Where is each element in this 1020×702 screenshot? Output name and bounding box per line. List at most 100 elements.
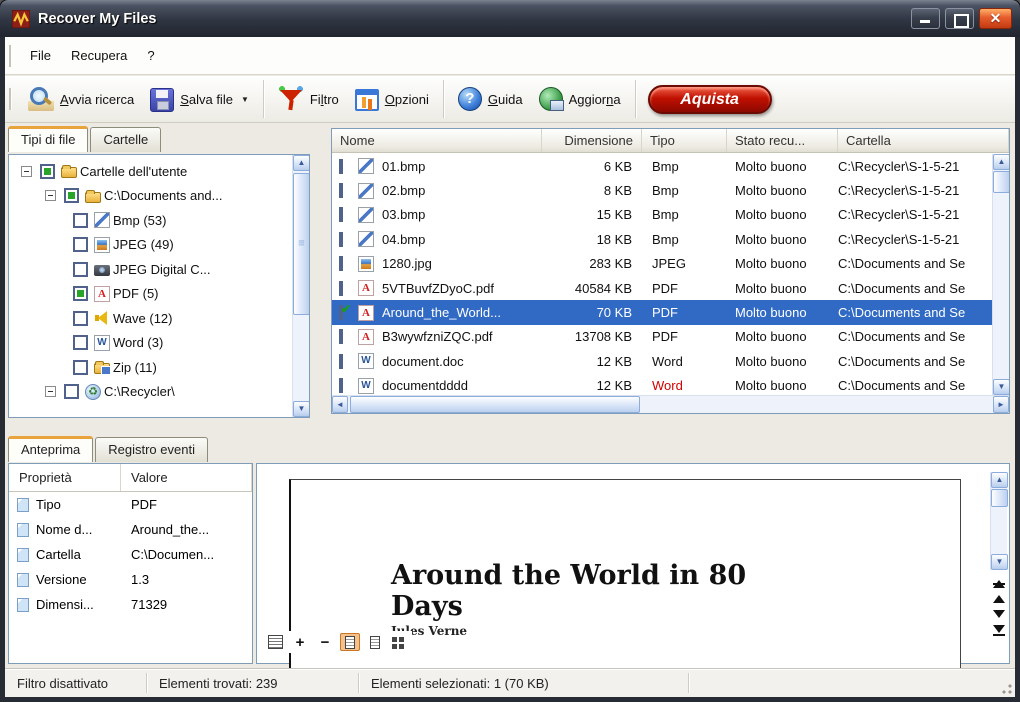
resize-grip[interactable] — [999, 681, 1013, 695]
file-list-vscrollbar[interactable]: ▲ ▼ — [992, 154, 1009, 395]
tree-item[interactable]: C:\Documents and... — [9, 184, 309, 209]
tree-item[interactable]: Word (3) — [9, 331, 309, 356]
row-checkbox[interactable] — [339, 329, 343, 345]
file-row[interactable]: 04.bmp 18 KB Bmp Molto buono C:\Recycler… — [332, 227, 992, 251]
row-checkbox[interactable] — [339, 207, 343, 223]
close-button[interactable] — [979, 8, 1012, 29]
file-list-hscroll-thumb[interactable] — [350, 396, 640, 413]
file-row[interactable]: 5VTBuvfZDyoC.pdf 40584 KB PDF Molto buon… — [332, 276, 992, 300]
tree-checkbox[interactable] — [73, 310, 88, 326]
file-row[interactable]: document.doc 12 KB Word Molto buono C:\D… — [332, 349, 992, 373]
thumbnails-icon[interactable] — [390, 633, 410, 651]
row-checkbox-checked[interactable] — [339, 305, 343, 321]
maximize-button[interactable] — [945, 8, 974, 29]
tree-checkbox[interactable] — [73, 261, 88, 277]
text-view-icon[interactable] — [265, 633, 285, 651]
tree-scroll-thumb[interactable] — [293, 173, 309, 315]
row-checkbox[interactable] — [339, 183, 343, 199]
tree-item-label: Cartelle dell'utente — [80, 163, 188, 179]
menu-help[interactable]: ? — [137, 44, 164, 67]
tab-folders[interactable]: Cartelle — [90, 127, 162, 152]
toolbar-separator — [634, 80, 636, 118]
page-icon — [17, 523, 29, 537]
tree-checkbox[interactable] — [73, 212, 88, 228]
tree-checkbox[interactable] — [73, 359, 88, 375]
tree-checkbox[interactable] — [64, 384, 79, 400]
file-row[interactable]: 01.bmp 6 KB Bmp Molto buono C:\Recycler\… — [332, 154, 992, 178]
row-checkbox[interactable] — [339, 378, 343, 394]
two-page-icon[interactable] — [365, 633, 385, 651]
preview-scroll-thumb[interactable] — [991, 489, 1008, 507]
file-list-hscrollbar[interactable]: ◄ ► — [332, 395, 1009, 413]
scroll-up-icon[interactable]: ▲ — [993, 154, 1009, 170]
save-files-button[interactable]: Salva file ▼ — [142, 83, 257, 115]
row-checkbox[interactable] — [339, 256, 343, 272]
tree-item[interactable]: PDF (5) — [9, 282, 309, 307]
tab-preview[interactable]: Anteprima — [8, 436, 94, 462]
tree-checkbox[interactable] — [73, 335, 88, 351]
row-checkbox[interactable] — [339, 158, 343, 174]
collapse-icon[interactable] — [21, 165, 32, 177]
scroll-down-icon[interactable]: ▼ — [991, 554, 1008, 570]
scroll-up-icon[interactable]: ▲ — [991, 472, 1008, 488]
column-header-type[interactable]: Tipo — [642, 129, 727, 152]
menu-recupera[interactable]: Recupera — [61, 44, 137, 67]
tree-checkbox[interactable] — [73, 237, 88, 253]
tree-item[interactable]: JPEG (49) — [9, 233, 309, 258]
file-row[interactable]: 03.bmp 15 KB Bmp Molto buono C:\Recycler… — [332, 203, 992, 227]
one-page-icon[interactable] — [340, 633, 360, 651]
update-button[interactable]: Aggiorna — [531, 84, 629, 114]
scroll-right-icon[interactable]: ► — [993, 396, 1009, 413]
collapse-icon[interactable] — [45, 386, 56, 398]
minimize-button[interactable] — [911, 8, 940, 29]
file-list-vscroll-thumb[interactable] — [993, 171, 1009, 193]
scroll-left-icon[interactable]: ◄ — [332, 396, 348, 413]
previous-page-icon[interactable] — [990, 595, 1007, 603]
tree-scrollbar[interactable]: ▲ ▼ — [292, 155, 309, 417]
tree-checkbox[interactable] — [40, 163, 55, 179]
buy-button[interactable]: Aquista — [647, 84, 772, 114]
tree-checkbox[interactable] — [64, 188, 79, 204]
file-row[interactable]: 02.bmp 8 KB Bmp Molto buono C:\Recycler\… — [332, 178, 992, 202]
file-row[interactable]: B3wywfzniZQC.pdf 13708 KB PDF Molto buon… — [332, 325, 992, 349]
preview-scrollbar[interactable]: ▲ ▼ — [990, 472, 1008, 570]
row-checkbox[interactable] — [339, 280, 343, 296]
tree-item[interactable]: Cartelle dell'utente — [9, 159, 309, 184]
column-header-name[interactable]: Nome — [332, 129, 542, 152]
options-button[interactable]: Opzioni — [347, 84, 437, 114]
tree-checkbox[interactable] — [73, 286, 88, 302]
save-dropdown-icon[interactable]: ▼ — [241, 95, 249, 104]
collapse-icon[interactable] — [45, 190, 56, 202]
properties-header: Proprietà Valore — [9, 464, 252, 492]
tree-item[interactable]: C:\Recycler\ — [9, 380, 309, 405]
column-header-folder[interactable]: Cartella — [838, 129, 1009, 152]
window-title: Recover My Files — [38, 10, 157, 27]
row-checkbox[interactable] — [339, 231, 343, 247]
tab-file-types[interactable]: Tipi di file — [8, 126, 89, 152]
file-row[interactable]: documentdddd 12 KB Word Molto buono C:\D… — [332, 374, 992, 395]
toolbar-separator — [262, 80, 264, 118]
last-page-icon[interactable] — [990, 625, 1007, 636]
scroll-up-icon[interactable]: ▲ — [293, 155, 309, 171]
column-header-status[interactable]: Stato recu... — [727, 129, 838, 152]
help-button[interactable]: Guida — [450, 84, 531, 114]
tree-item[interactable]: Bmp (53) — [9, 208, 309, 233]
tree-item[interactable]: JPEG Digital C... — [9, 257, 309, 282]
column-header-size[interactable]: Dimensione — [542, 129, 642, 152]
title-bar[interactable]: Recover My Files — [0, 0, 1020, 37]
scroll-down-icon[interactable]: ▼ — [993, 379, 1009, 395]
tab-event-log[interactable]: Registro eventi — [95, 437, 208, 462]
file-row[interactable]: 1280.jpg 283 KB JPEG Molto buono C:\Docu… — [332, 252, 992, 276]
first-page-icon[interactable] — [990, 580, 1007, 588]
tree-item[interactable]: Zip (11) — [9, 355, 309, 380]
row-checkbox[interactable] — [339, 353, 343, 369]
zoom-out-icon[interactable] — [315, 633, 335, 651]
menu-file[interactable]: File — [20, 44, 61, 67]
filter-button[interactable]: Filtro — [270, 83, 347, 115]
zoom-in-icon[interactable] — [290, 633, 310, 651]
file-row-selected[interactable]: Around_the_World... 70 KB PDF Molto buon… — [332, 300, 992, 325]
tree-item[interactable]: Wave (12) — [9, 306, 309, 331]
start-search-button[interactable]: Avvia ricerca — [20, 83, 142, 115]
next-page-icon[interactable] — [990, 610, 1007, 618]
scroll-down-icon[interactable]: ▼ — [293, 401, 309, 417]
